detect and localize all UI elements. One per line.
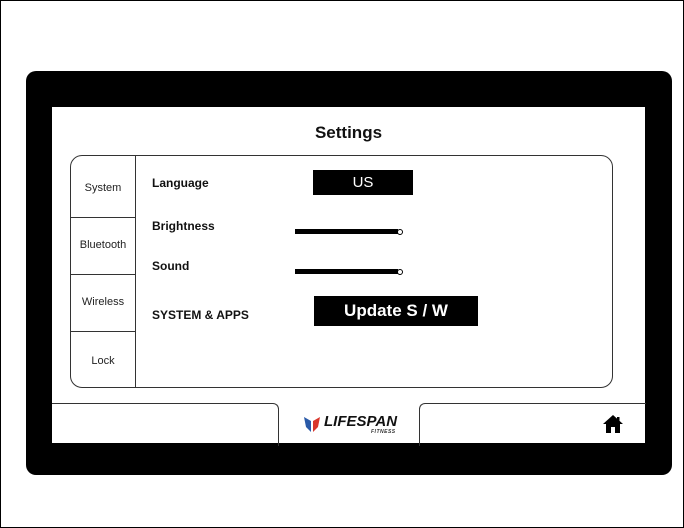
tab-lock[interactable]: Lock — [71, 355, 135, 367]
settings-panel: System Bluetooth Wireless Lock Language … — [70, 155, 613, 388]
brightness-slider[interactable] — [295, 229, 398, 234]
lifespan-logo: LIFESPAN FITNESS — [303, 412, 403, 438]
brightness-slider-handle[interactable] — [397, 229, 403, 235]
logo-sub: FITNESS — [371, 429, 396, 435]
lifespan-logo-icon — [304, 417, 320, 432]
language-label: Language — [152, 176, 209, 190]
page-frame: Settings System Bluetooth Wireless Lock … — [0, 0, 684, 528]
settings-tabs: System Bluetooth Wireless Lock — [71, 156, 136, 387]
system-apps-label: SYSTEM & APPS — [152, 308, 249, 322]
device-bezel: Settings System Bluetooth Wireless Lock … — [26, 71, 672, 475]
brightness-label: Brightness — [152, 219, 215, 233]
update-software-button[interactable]: Update S / W — [314, 296, 478, 326]
sound-slider[interactable] — [295, 269, 398, 274]
home-icon — [603, 415, 623, 433]
tab-divider — [71, 274, 135, 275]
tab-divider — [71, 331, 135, 332]
page-title: Settings — [314, 123, 383, 142]
footer-left-panel — [52, 403, 279, 446]
tab-divider — [71, 217, 135, 218]
sound-label: Sound — [152, 259, 190, 273]
home-button[interactable] — [602, 414, 624, 434]
tab-wireless[interactable]: Wireless — [71, 296, 135, 308]
sound-slider-handle[interactable] — [397, 269, 403, 275]
language-select[interactable]: US — [313, 170, 413, 195]
tab-bluetooth[interactable]: Bluetooth — [71, 239, 135, 251]
tab-system[interactable]: System — [71, 182, 135, 194]
device-screen: Settings System Bluetooth Wireless Lock … — [52, 107, 646, 446]
logo-name: LIFESPAN — [324, 413, 398, 430]
